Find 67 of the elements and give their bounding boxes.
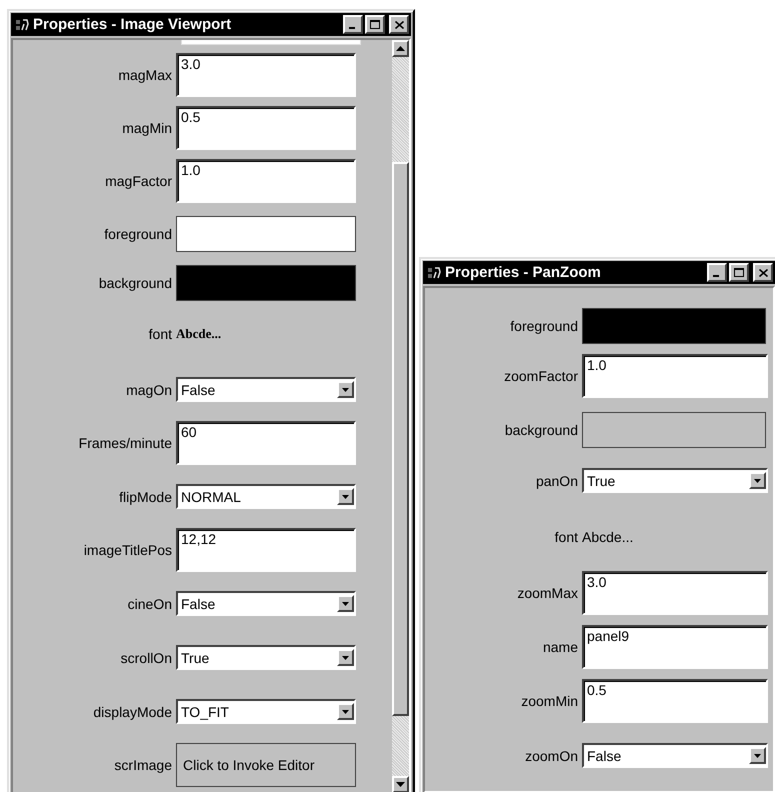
dropdown[interactable]: True xyxy=(582,468,768,493)
property-label: magOn xyxy=(125,382,173,398)
down-arrow-icon xyxy=(396,782,405,787)
dropdown[interactable]: TO_FIT xyxy=(176,699,356,724)
maximize-icon xyxy=(370,20,380,29)
window-title: Properties - PanZoom xyxy=(445,264,602,281)
scroll-up-button[interactable] xyxy=(392,40,409,57)
maximize-button[interactable] xyxy=(729,263,749,282)
dropdown[interactable]: False xyxy=(582,743,768,768)
property-label: name xyxy=(542,639,579,655)
minimize-button[interactable] xyxy=(343,15,363,34)
color-swatch[interactable] xyxy=(582,412,766,448)
window-title: Properties - Image Viewport xyxy=(33,16,232,33)
property-label: font xyxy=(148,326,173,342)
property-label: panOn xyxy=(534,472,579,488)
close-icon xyxy=(758,268,768,276)
property-label: magMax xyxy=(117,67,173,83)
property-label: Frames/minute xyxy=(78,435,173,451)
property-label: background xyxy=(98,275,173,291)
text-field[interactable]: 3.0 xyxy=(582,571,768,615)
text-field[interactable]: 60 xyxy=(176,421,356,465)
up-arrow-icon xyxy=(396,46,405,51)
property-label: imageTitlePos xyxy=(82,542,173,558)
property-label: zoomFactor xyxy=(503,368,579,384)
app-icon xyxy=(15,18,29,32)
text-field[interactable]: 3.0 xyxy=(176,53,356,97)
property-label: zoomMin xyxy=(520,693,579,709)
close-icon xyxy=(394,20,404,28)
text-field[interactable]: 1.0 xyxy=(582,354,768,398)
property-label: scrImage xyxy=(113,757,173,773)
dropdown[interactable]: True xyxy=(176,645,356,670)
property-label: cineOn xyxy=(126,596,173,612)
property-label: magFactor xyxy=(104,173,173,189)
font-sample[interactable]: Abcde... xyxy=(176,326,222,342)
maximize-button[interactable] xyxy=(365,15,385,34)
text-field[interactable]: 12,12 xyxy=(176,528,356,572)
maximize-icon xyxy=(734,268,744,277)
dropdown[interactable]: NORMAL xyxy=(176,484,356,509)
color-swatch[interactable] xyxy=(582,308,766,344)
text-field[interactable] xyxy=(181,40,361,45)
scrollbar[interactable] xyxy=(392,40,409,792)
text-field[interactable]: 0.5 xyxy=(582,679,768,723)
minimize-button[interactable] xyxy=(707,263,727,282)
property-label: flipMode xyxy=(118,488,173,504)
property-label: magMin xyxy=(121,120,173,136)
property-label: foreground xyxy=(103,226,173,242)
property-label: scrollOn xyxy=(120,650,173,666)
app-icon xyxy=(427,266,441,280)
property-label: foreground xyxy=(509,318,579,334)
editor-button[interactable]: Click to Invoke Editor xyxy=(176,743,356,787)
color-swatch[interactable] xyxy=(176,216,356,252)
text-field[interactable]: 1.0 xyxy=(176,159,356,203)
property-label: displayMode xyxy=(92,704,173,720)
dropdown[interactable]: False xyxy=(176,377,356,402)
text-field[interactable]: panel9 xyxy=(582,625,768,669)
text-field[interactable]: 0.5 xyxy=(176,106,356,150)
scroll-down-button[interactable] xyxy=(392,776,409,792)
close-button[interactable] xyxy=(389,15,409,34)
property-label: font xyxy=(554,529,579,545)
close-button[interactable] xyxy=(753,263,773,282)
property-label: zoomOn xyxy=(524,748,579,764)
dropdown[interactable]: False xyxy=(176,591,356,616)
property-label: background xyxy=(504,422,579,438)
font-sample[interactable]: Abcde... xyxy=(582,529,634,545)
property-label: zoomMax xyxy=(516,585,579,601)
color-swatch[interactable] xyxy=(176,265,356,301)
scroll-thumb[interactable] xyxy=(392,162,409,716)
